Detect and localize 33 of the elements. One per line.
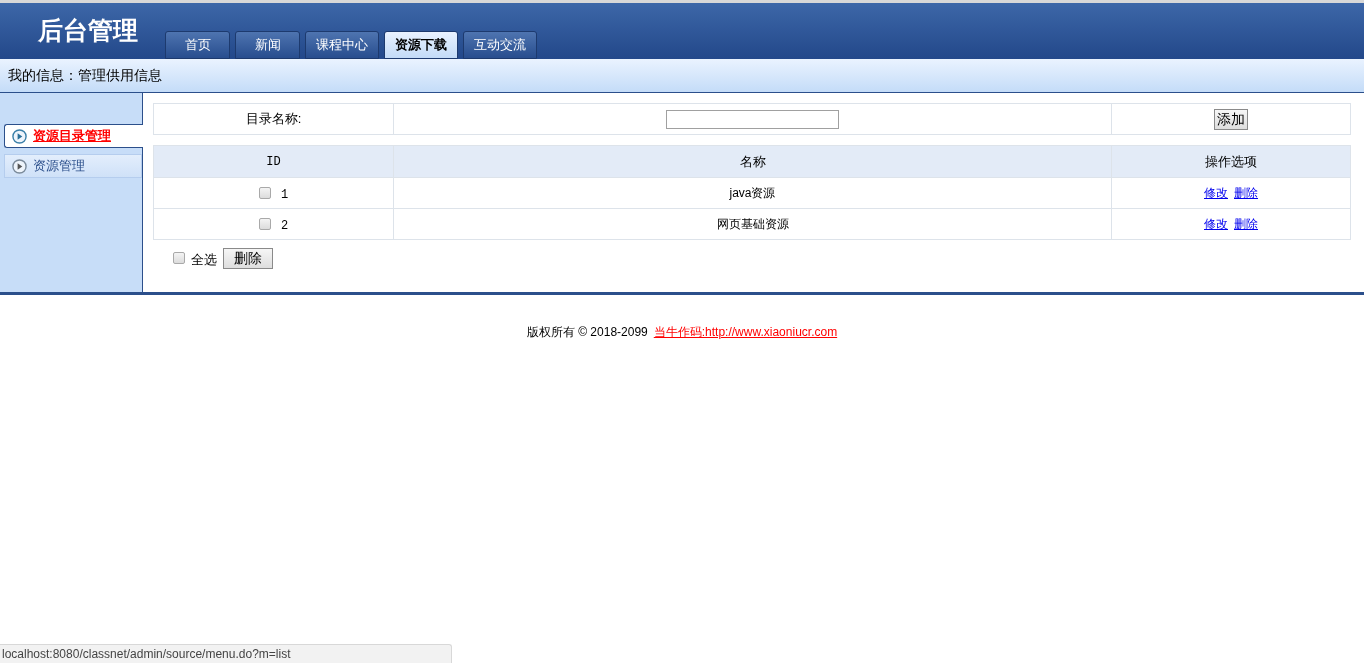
sidebar-item[interactable]: 资源管理 — [4, 154, 142, 178]
action-link[interactable]: 删除 — [1234, 184, 1258, 202]
table-cell-text: java资源 — [729, 185, 776, 202]
action-link[interactable]: 修改 — [1204, 215, 1228, 233]
form-label: 目录名称: — [154, 104, 394, 134]
nav-tab[interactable]: 互动交流 — [463, 31, 537, 59]
add-button[interactable]: 添加 — [1214, 108, 1248, 130]
column-header: 名称 — [394, 146, 1112, 177]
checkbox[interactable] — [258, 218, 271, 230]
nav-tab[interactable]: 新闻 — [235, 31, 300, 59]
nav-tab[interactable]: 课程中心 — [305, 31, 379, 59]
copyright-text: 版权所有 © 2018-2099 — [526, 324, 648, 341]
action-link[interactable]: 修改 — [1204, 184, 1228, 202]
checkbox[interactable] — [173, 252, 185, 265]
directory-name-input[interactable] — [666, 109, 839, 129]
table-cell-text: 2 — [280, 217, 289, 235]
site-title: 后台管理 — [36, 15, 139, 48]
arrow-circle-icon — [12, 128, 27, 144]
table-cell-text: 1 — [280, 186, 289, 204]
delete-button[interactable]: 删除 — [223, 247, 273, 269]
status-bar-url: localhost:8080/classnet/admin/source/menu.do?m=list — [0, 644, 452, 663]
column-header: ID — [154, 146, 394, 177]
checkbox[interactable] — [258, 187, 271, 199]
footer-link[interactable]: 当牛作码:http://www.xiaoniucr.com — [653, 323, 838, 341]
select-all-label: 全选 — [191, 251, 217, 269]
nav-tab[interactable]: 资源下载 — [384, 31, 458, 59]
arrow-circle-icon — [12, 158, 27, 174]
column-header: 操作选项 — [1204, 152, 1258, 171]
table-cell-text: 网页基础资源 — [716, 216, 789, 233]
sidebar-item[interactable]: 资源目录管理 — [4, 124, 143, 148]
action-link[interactable]: 删除 — [1234, 215, 1258, 233]
info-text: 我的信息：管理供用信息 — [8, 66, 162, 85]
nav-tab[interactable]: 首页 — [165, 31, 230, 59]
